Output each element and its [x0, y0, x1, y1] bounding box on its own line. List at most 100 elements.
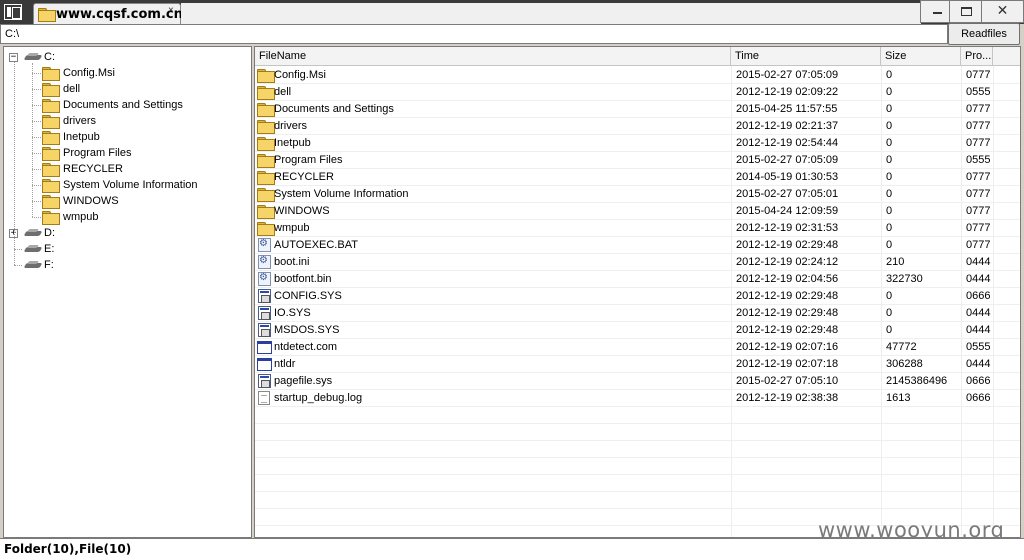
- file-time-cell: 2015-02-27 07:05:01: [736, 188, 839, 200]
- collapse-icon[interactable]: −: [9, 53, 18, 62]
- table-row[interactable]: Inetpub 2012-12-19 02:54:44 0 0777: [255, 135, 1020, 152]
- file-name-cell: RECYCLER: [274, 171, 334, 183]
- tree-drive-c[interactable]: − C:: [4, 49, 249, 65]
- table-row[interactable]: Config.Msi 2015-02-27 07:05:09 0 0777: [255, 67, 1020, 84]
- tree-folder-label: RECYCLER: [63, 163, 123, 175]
- drive-icon: [25, 261, 41, 269]
- text-file-icon: [258, 391, 270, 405]
- tree-folder-item[interactable]: drivers: [4, 113, 249, 129]
- file-name-cell: MSDOS.SYS: [274, 324, 340, 336]
- settings-file-icon: [258, 272, 271, 286]
- tree-folder-item[interactable]: Documents and Settings: [4, 97, 249, 113]
- table-row[interactable]: bootfont.bin 2012-12-19 02:04:56 322730 044…: [255, 271, 1020, 288]
- tree-folder-label: Documents and Settings: [63, 99, 183, 111]
- empty-row: [255, 424, 1020, 441]
- file-name-cell: pagefile.sys: [274, 375, 333, 387]
- folder-icon: [42, 211, 60, 225]
- column-header-prop[interactable]: Pro...: [961, 47, 993, 66]
- tree-drive-e[interactable]: E:: [4, 241, 249, 257]
- app-icon[interactable]: [4, 4, 22, 20]
- close-button[interactable]: ✕: [981, 0, 1024, 23]
- path-input[interactable]: [1, 25, 947, 43]
- table-row[interactable]: wmpub 2012-12-19 02:31:53 0 0777: [255, 220, 1020, 237]
- tree-drive-d[interactable]: + D:: [4, 225, 249, 241]
- maximize-button[interactable]: [949, 0, 983, 23]
- column-header-filename[interactable]: FileName: [255, 47, 731, 66]
- file-name-cell: ntldr: [274, 358, 296, 370]
- folder-icon: [42, 131, 60, 145]
- file-size-cell: 0: [886, 205, 893, 217]
- table-row[interactable]: pagefile.sys 2015-02-27 07:05:10 214538649…: [255, 373, 1020, 390]
- file-time-cell: 2012-12-19 02:54:44: [736, 137, 839, 149]
- file-prop-cell: 0666: [966, 290, 991, 302]
- tree-connector: [32, 121, 41, 122]
- file-time-cell: 2012-12-19 02:21:37: [736, 120, 839, 132]
- file-time-cell: 2012-12-19 02:29:48: [736, 324, 839, 336]
- file-prop-cell: 0777: [966, 120, 991, 132]
- table-row[interactable]: Documents and Settings 2015-04-25 11:57:5…: [255, 101, 1020, 118]
- tree-folder-item[interactable]: WINDOWS: [4, 193, 249, 209]
- file-name-cell: drivers: [274, 120, 308, 132]
- tree-connector: [32, 63, 33, 217]
- tree-folder-item[interactable]: Program Files: [4, 145, 249, 161]
- tree-folder-item[interactable]: wmpub: [4, 209, 249, 225]
- tree-drive-label: D:: [44, 227, 55, 239]
- table-row[interactable]: RECYCLER 2014-05-19 01:30:53 0 0777: [255, 169, 1020, 186]
- table-row[interactable]: ntdetect.com 2012-12-19 02:07:16 47772 0555: [255, 339, 1020, 356]
- table-row[interactable]: AUTOEXEC.BAT 2012-12-19 02:29:48 0 0777: [255, 237, 1020, 254]
- table-row[interactable]: MSDOS.SYS 2012-12-19 02:29:48 0 0444: [255, 322, 1020, 339]
- file-size-cell: 0: [886, 69, 893, 81]
- readfiles-button[interactable]: Readfiles: [948, 23, 1020, 45]
- tree-drive-label: F:: [44, 259, 54, 271]
- file-time-cell: 2012-12-19 02:07:16: [736, 341, 839, 353]
- status-bar: Folder(10),File(10): [0, 538, 1024, 560]
- file-size-cell: 210: [886, 256, 905, 268]
- file-size-cell: 322730: [886, 273, 923, 285]
- table-row[interactable]: WINDOWS 2015-04-24 12:09:59 0 0777: [255, 203, 1020, 220]
- file-size-cell: 0: [886, 103, 893, 115]
- folder-tree[interactable]: − C: Config.Msi dell Documents and Settings d…: [3, 46, 252, 538]
- file-prop-cell: 0777: [966, 103, 991, 115]
- file-size-cell: 1613: [886, 392, 911, 404]
- table-row[interactable]: CONFIG.SYS 2012-12-19 02:29:48 0 0666: [255, 288, 1020, 305]
- table-row[interactable]: boot.ini 2012-12-19 02:24:12 210 0444: [255, 254, 1020, 271]
- tree-connector: [32, 73, 41, 74]
- folder-icon: [257, 222, 275, 236]
- tree-drive-f[interactable]: F:: [4, 257, 249, 273]
- tree-folder-item[interactable]: System Volume Information: [4, 177, 249, 193]
- file-size-cell: 0: [886, 188, 893, 200]
- table-row[interactable]: IO.SYS 2012-12-19 02:29:48 0 0444: [255, 305, 1020, 322]
- table-row[interactable]: Program Files 2015-02-27 07:05:09 0 0555: [255, 152, 1020, 169]
- tab-close-icon[interactable]: ×: [168, 5, 174, 16]
- table-row[interactable]: startup_debug.log 2012-12-19 02:38:38 1613…: [255, 390, 1020, 407]
- minimize-icon: [932, 12, 942, 14]
- table-row[interactable]: ntldr 2012-12-19 02:07:18 306288 0444: [255, 356, 1020, 373]
- file-prop-cell: 0666: [966, 392, 991, 404]
- tree-folder-item[interactable]: dell: [4, 81, 249, 97]
- file-time-cell: 2012-12-19 02:29:48: [736, 290, 839, 302]
- status-text: Folder(10),File(10): [4, 542, 132, 556]
- column-header-time[interactable]: Time: [731, 47, 881, 66]
- table-row[interactable]: drivers 2012-12-19 02:21:37 0 0777: [255, 118, 1020, 135]
- folder-icon: [257, 86, 275, 100]
- tree-connector: [32, 201, 41, 202]
- column-header-size[interactable]: Size: [881, 47, 961, 66]
- file-time-cell: 2012-12-19 02:29:48: [736, 239, 839, 251]
- folder-icon: [42, 115, 60, 129]
- file-name-cell: IO.SYS: [274, 307, 311, 319]
- close-icon: ✕: [996, 3, 1009, 19]
- folder-icon: [42, 83, 60, 97]
- tree-drive-label: C:: [44, 51, 55, 63]
- file-prop-cell: 0555: [966, 341, 991, 353]
- tree-folder-item[interactable]: RECYCLER: [4, 161, 249, 177]
- system-file-icon: [258, 306, 271, 320]
- tab-label: www.cqsf.com.cn: [56, 7, 183, 22]
- tab-site[interactable]: www.cqsf.com.cn ×: [33, 3, 183, 24]
- file-time-cell: 2015-02-27 07:05:09: [736, 69, 839, 81]
- file-size-cell: 2145386496: [886, 375, 948, 387]
- tree-folder-item[interactable]: Inetpub: [4, 129, 249, 145]
- table-row[interactable]: System Volume Information 2015-02-27 07:0…: [255, 186, 1020, 203]
- table-row[interactable]: dell 2012-12-19 02:09:22 0 0555: [255, 84, 1020, 101]
- folder-icon: [42, 179, 60, 193]
- tree-folder-item[interactable]: Config.Msi: [4, 65, 249, 81]
